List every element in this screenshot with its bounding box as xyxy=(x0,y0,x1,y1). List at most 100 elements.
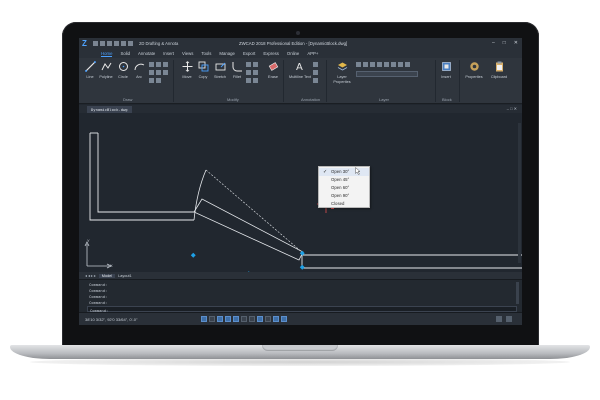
workspace-selector[interactable]: 2D Drafting & Annota xyxy=(139,41,178,46)
ortho-toggle-icon[interactable] xyxy=(217,316,223,322)
tab-solid[interactable]: Solid xyxy=(120,51,130,56)
layer-freeze-icon[interactable] xyxy=(356,62,361,67)
check-icon: ✓ xyxy=(323,169,328,175)
tab-annotate[interactable]: Annotate xyxy=(138,51,155,56)
tab-export[interactable]: Export xyxy=(243,51,255,56)
layer-walk-icon[interactable] xyxy=(398,62,403,67)
layer-properties-label: Layer Properties xyxy=(333,75,351,84)
menu-item-open-90[interactable]: Open 90° xyxy=(319,192,369,200)
multiline-text-label: Multiline Text xyxy=(289,75,311,79)
stretch-tool[interactable]: Stretch xyxy=(213,61,227,79)
menu-item-open-30[interactable]: ✓ Open 30° xyxy=(319,168,369,176)
osnap-toggle-icon[interactable] xyxy=(233,316,239,322)
point-icon[interactable] xyxy=(163,70,168,75)
maximize-button[interactable]: □ xyxy=(503,40,506,46)
erase-tool[interactable]: Erase xyxy=(266,61,280,79)
tab-express[interactable]: Express xyxy=(263,51,279,56)
clean-screen-icon[interactable] xyxy=(506,316,512,322)
menu-item-closed[interactable]: Closed xyxy=(319,200,369,208)
hatch-icon[interactable] xyxy=(156,62,161,67)
zwcad-logo-icon[interactable]: Z xyxy=(79,38,90,49)
print-icon[interactable] xyxy=(114,41,119,46)
tab-insert[interactable]: Insert xyxy=(163,51,174,56)
tab-tools[interactable]: Tools xyxy=(201,51,211,56)
table-icon[interactable] xyxy=(313,78,318,83)
otrack-toggle-icon[interactable] xyxy=(241,316,247,322)
offset-icon[interactable] xyxy=(246,78,251,83)
tab-app-plus[interactable]: APP+ xyxy=(307,51,318,56)
close-button[interactable]: ✕ xyxy=(514,40,518,46)
rectangle-icon[interactable] xyxy=(149,62,154,67)
dimension-icon[interactable] xyxy=(313,62,318,67)
layer-off-icon[interactable] xyxy=(363,62,368,67)
minimize-button[interactable]: – xyxy=(492,40,495,46)
leader-icon[interactable] xyxy=(313,70,318,75)
panel-label-draw: Draw xyxy=(123,97,133,102)
new-file-icon[interactable] xyxy=(93,41,98,46)
document-tab[interactable]: DynamicBlock.dwg xyxy=(87,106,132,113)
tab-online[interactable]: Online xyxy=(287,51,299,56)
layer-iso-icon[interactable] xyxy=(377,62,382,67)
ellipse-icon[interactable] xyxy=(149,70,154,75)
save-icon[interactable] xyxy=(107,41,112,46)
command-history-line: Command: xyxy=(89,288,108,293)
tab-views[interactable]: Views xyxy=(182,51,193,56)
layer-properties-tool[interactable]: Layer Properties xyxy=(333,61,351,84)
selection-cycling-icon[interactable] xyxy=(265,316,271,322)
annotation-scale-icon[interactable] xyxy=(273,316,279,322)
window-controls: – □ ✕ xyxy=(492,40,518,46)
panel-label-layer: Layer xyxy=(379,97,390,102)
multiline-text-tool[interactable]: A Multiline Text xyxy=(289,61,311,80)
tab-home[interactable]: Home xyxy=(101,51,113,57)
panel-label-block: Block xyxy=(442,97,452,102)
insert-tool[interactable]: Insert xyxy=(439,61,453,79)
dynamic-input-toggle-icon[interactable] xyxy=(257,316,263,322)
revcloud-icon[interactable] xyxy=(156,78,161,83)
menu-item-open-60[interactable]: Open 60° xyxy=(319,184,369,192)
region-icon[interactable] xyxy=(149,78,154,83)
arc-label: Arc xyxy=(136,75,142,79)
tab-layout1[interactable]: Layout1 xyxy=(118,274,132,278)
arc-icon xyxy=(134,63,144,71)
array-icon[interactable] xyxy=(253,78,258,83)
canvas-scrollbar[interactable] xyxy=(518,123,521,263)
spline-icon[interactable] xyxy=(156,70,161,75)
insert-label: Insert xyxy=(441,75,451,79)
tab-manage[interactable]: Manage xyxy=(219,51,235,56)
polar-toggle-icon[interactable] xyxy=(225,316,231,322)
command-scrollbar[interactable] xyxy=(516,282,519,304)
fillet-tool[interactable]: Fillet xyxy=(230,61,244,79)
mirror-icon[interactable] xyxy=(253,62,258,67)
lineweight-toggle-icon[interactable] xyxy=(249,316,255,322)
layer-merge-icon[interactable] xyxy=(405,62,410,67)
workspace-switch-icon[interactable] xyxy=(281,316,287,322)
trim-icon[interactable] xyxy=(253,70,258,75)
polygon-icon[interactable] xyxy=(163,62,168,67)
tab-model[interactable]: Model xyxy=(98,273,116,278)
grid-toggle-icon[interactable] xyxy=(209,316,215,322)
camera-icon xyxy=(296,31,300,35)
laptop-shadow xyxy=(30,358,570,366)
rotate-icon[interactable] xyxy=(246,62,251,67)
clipboard-tool[interactable]: Clipboard xyxy=(488,61,510,79)
redo-icon[interactable] xyxy=(128,41,133,46)
drawing-canvas[interactable]: Y X xyxy=(79,113,522,272)
window-title: ZWCAD 2018 Professional Edition - [Dynam… xyxy=(239,41,348,46)
layout-nav-arrows[interactable]: ◂ ◂ ▸ ▸ xyxy=(85,273,96,278)
status-right-tools xyxy=(496,316,512,322)
layer-prev-icon[interactable] xyxy=(391,62,396,67)
document-window-controls[interactable]: – □ ✕ xyxy=(507,106,517,111)
snap-toggle-icon[interactable] xyxy=(201,316,207,322)
arc-tool[interactable]: Arc xyxy=(132,61,146,79)
polyline-tool[interactable]: Polyline xyxy=(99,61,113,79)
open-file-icon[interactable] xyxy=(100,41,105,46)
undo-icon[interactable] xyxy=(121,41,126,46)
layer-dropdown[interactable] xyxy=(356,71,418,77)
layer-match-icon[interactable] xyxy=(384,62,389,67)
properties-tool[interactable]: Properties xyxy=(464,61,484,79)
scale-icon[interactable] xyxy=(246,70,251,75)
isolate-objects-icon[interactable] xyxy=(496,316,502,322)
menu-item-open-45[interactable]: Open 45° xyxy=(319,176,369,184)
layer-lock-icon[interactable] xyxy=(370,62,375,67)
copy-tool[interactable]: Copy xyxy=(196,61,210,79)
